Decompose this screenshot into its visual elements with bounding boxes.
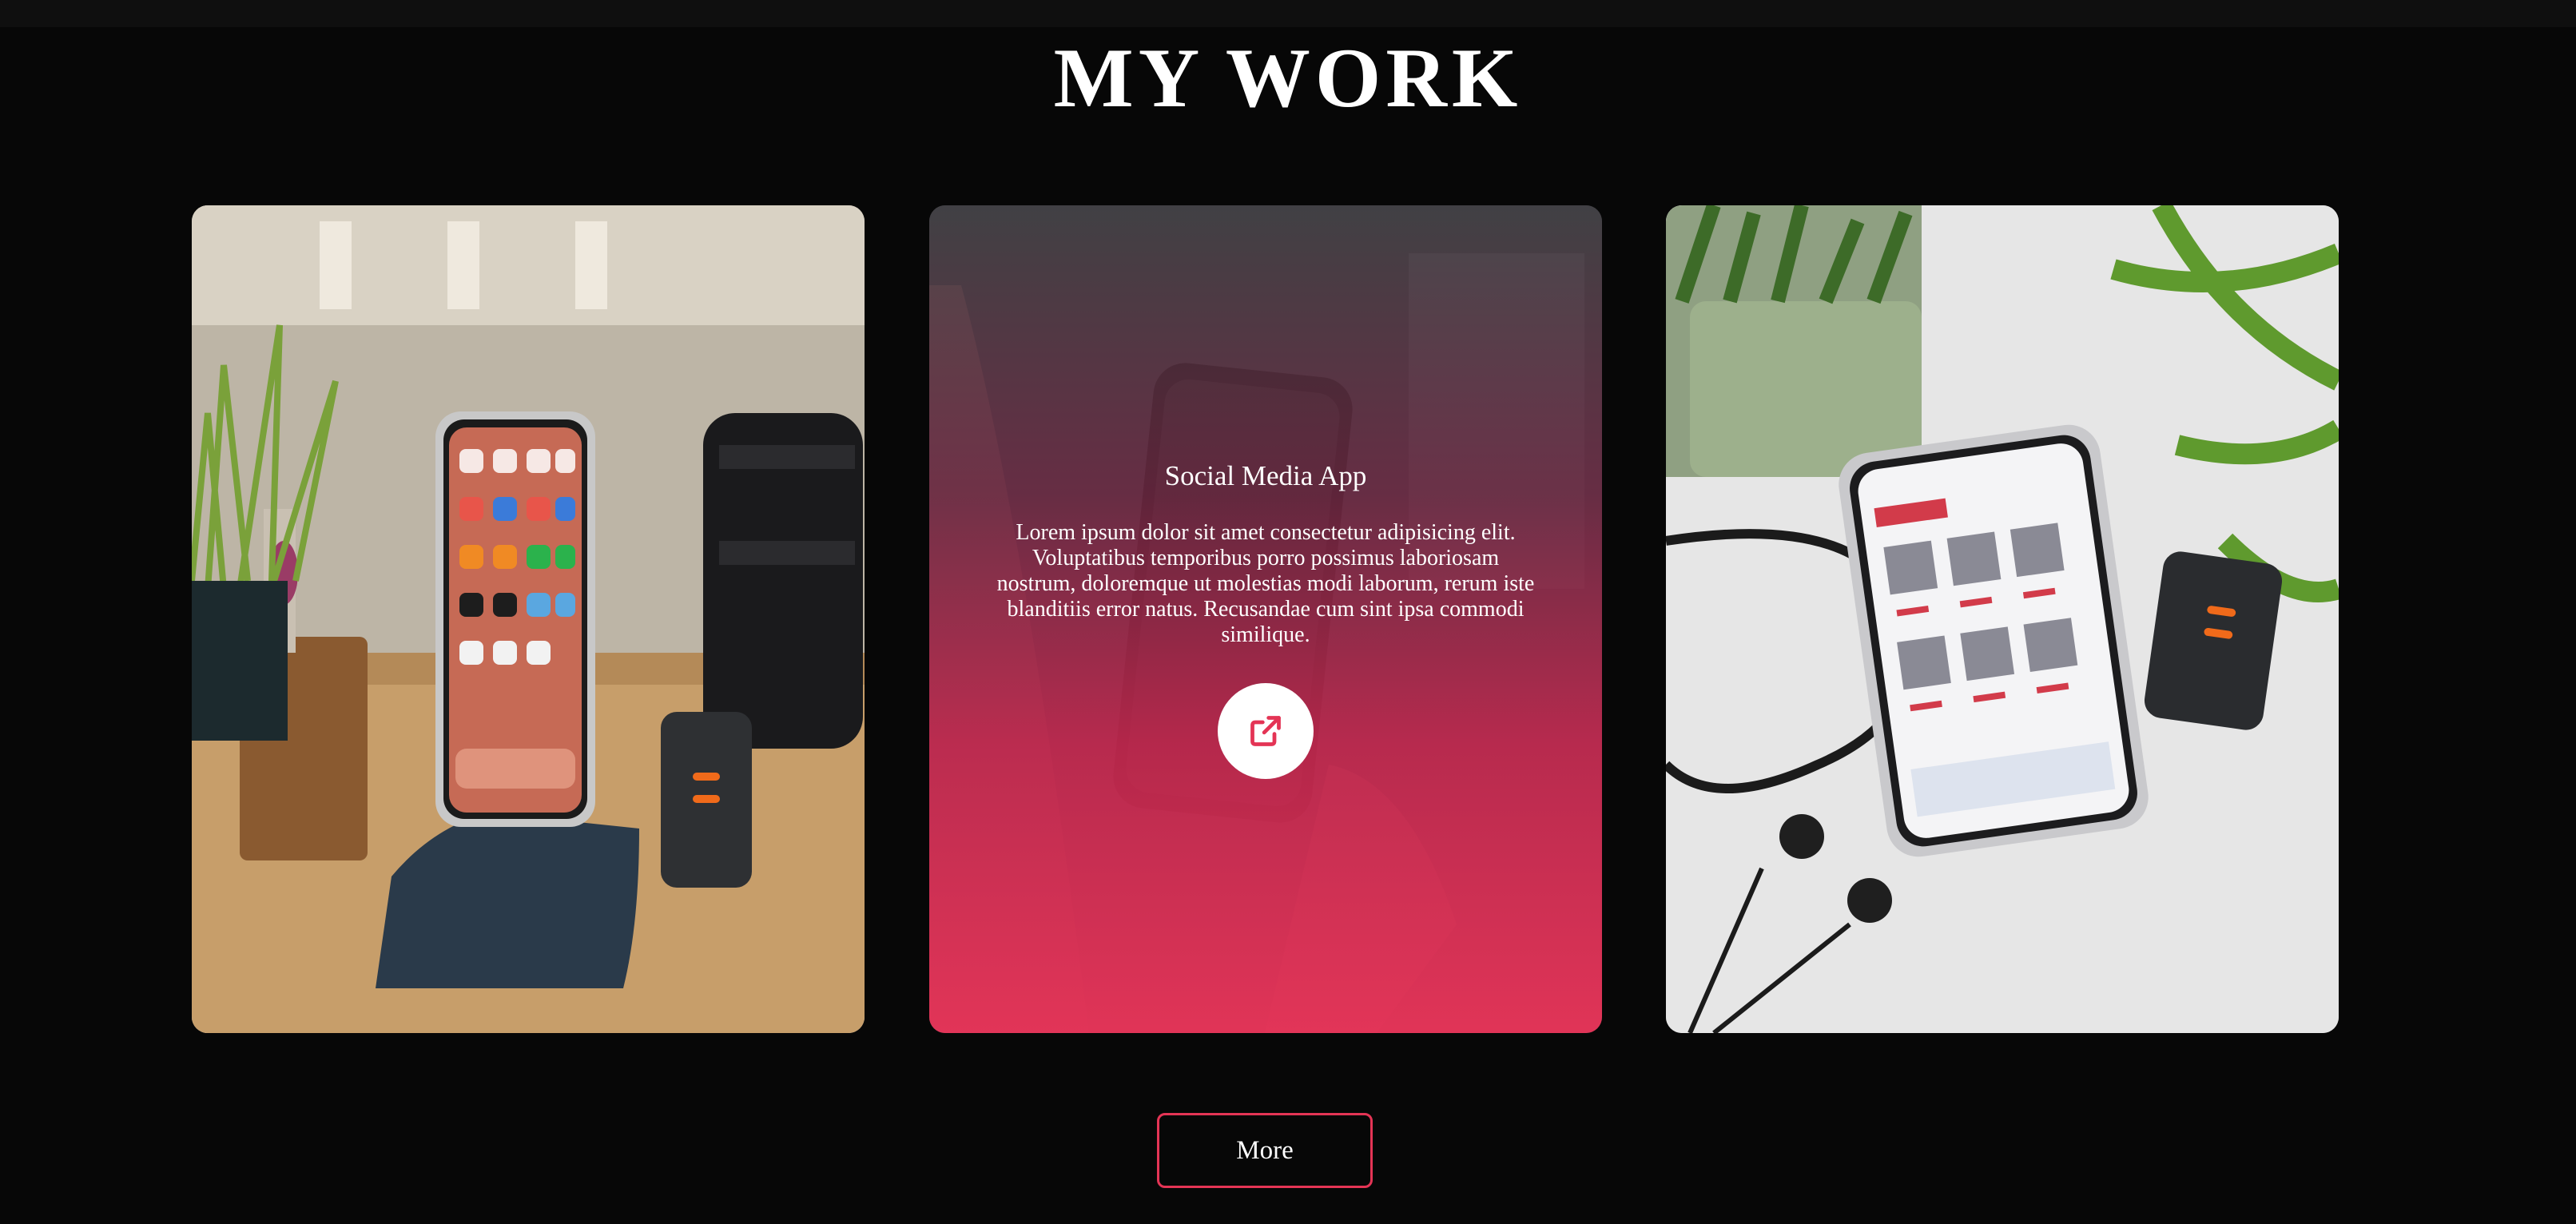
project-card-1[interactable] xyxy=(192,205,865,1033)
top-strip xyxy=(0,0,2576,27)
card-content: Social Media App Lorem ipsum dolor sit a… xyxy=(929,205,1602,1033)
phone-on-stand-photo xyxy=(192,205,865,1033)
section-title: MY WORK xyxy=(1053,31,1523,125)
external-link-icon xyxy=(1250,716,1281,746)
project-link-button[interactable] xyxy=(1218,683,1314,779)
more-button[interactable]: More xyxy=(1157,1113,1373,1188)
project-card-2[interactable]: Social Media App Lorem ipsum dolor sit a… xyxy=(929,205,1602,1033)
project-title: Social Media App xyxy=(1164,460,1367,491)
project-description: Lorem ipsum dolor sit amet consectetur a… xyxy=(996,520,1535,647)
project-card-3[interactable] xyxy=(1666,205,2339,1033)
phone-store-app-photo xyxy=(1666,205,2339,1033)
